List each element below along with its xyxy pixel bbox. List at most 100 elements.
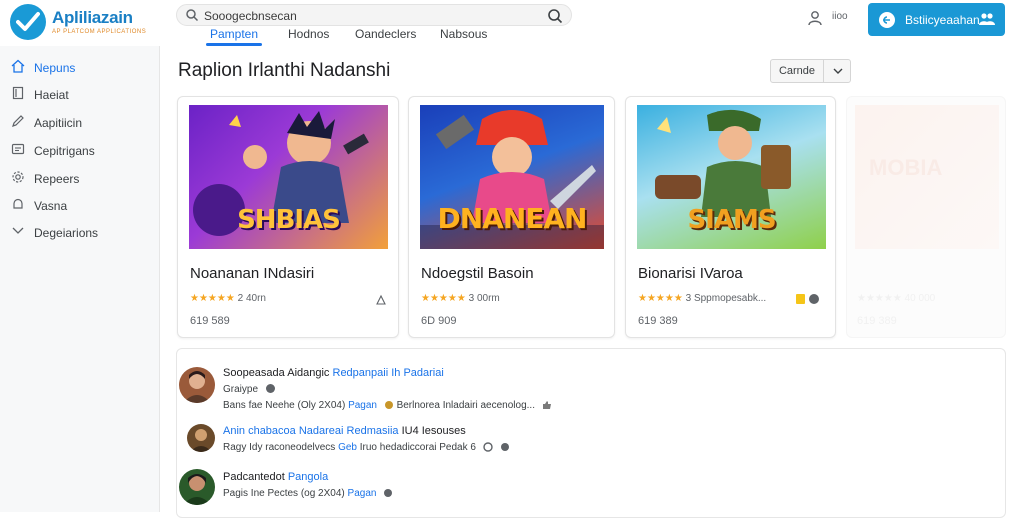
tab-oandeclers[interactable]: Oandeclers	[355, 27, 416, 46]
game-art-title: SIAMS	[687, 205, 776, 235]
sidebar-item-degeiarions[interactable]: Degeiarions	[0, 219, 160, 245]
game-price: 619 589	[190, 315, 230, 327]
logo-subtitle: AP PLATCOM APPLICATIONS	[52, 29, 147, 35]
bell-icon	[11, 197, 25, 216]
reviewer-link[interactable]: Redpanpaii Ih Padariai	[333, 367, 444, 379]
review-header: Soopeasada Aidangic Redpanpaii Ih Padari…	[223, 367, 444, 379]
review-detail: Bans fae Neehe (Oly 2X04) Pagan Berlnore…	[223, 400, 552, 411]
review-header: Anin chabacoa Nadareai Redmasiia IU4 Ies…	[223, 425, 466, 437]
game-name: Bionarisi IVaroa	[638, 265, 743, 282]
globe-icon-2	[500, 443, 509, 451]
chevron-down-icon	[833, 68, 843, 74]
share-icon[interactable]	[375, 293, 387, 311]
coin-icon	[384, 401, 393, 409]
header-small-label: iioo	[832, 11, 848, 22]
review-subline-text: Graiype	[223, 384, 259, 395]
game-meta-text: 3 Sppmopesabk...	[685, 293, 767, 304]
avatar[interactable]	[179, 367, 215, 403]
sidebar-item-label: Haeiat	[34, 88, 69, 102]
sidebar-item-label: Cepitrigans	[34, 144, 95, 158]
review-text: Berlnorea Inladairi aecenolog...	[396, 400, 535, 411]
app-logo[interactable]: Apliliazain AP PLATCOM APPLICATIONS	[10, 4, 160, 42]
card-icon	[11, 142, 25, 161]
star-rating: ★★★★★	[190, 293, 235, 304]
sidebar-item-cepitrigans[interactable]: Cepitrigans	[0, 137, 160, 163]
sidebar-item-haeiat[interactable]: Haeiat	[0, 81, 160, 107]
platform-badges	[796, 292, 822, 310]
reviewer-suffix: IU4 Iesouses	[401, 425, 466, 437]
reviewer-name: Soopeasada Aidangic	[223, 367, 330, 379]
game-card[interactable]: SIAMS Bionarisi IVaroa ★★★★★ 3 Sppmopesa…	[625, 96, 836, 338]
review-date: Pagis Ine Pectes (og 2X04)	[223, 488, 345, 499]
sort-button[interactable]: Carnde	[770, 59, 824, 83]
avatar[interactable]	[179, 469, 215, 505]
person-icon[interactable]	[807, 10, 823, 31]
tab-nabsous[interactable]: Nabsous	[440, 27, 487, 46]
sidebar-item-nepuns[interactable]: Nepuns	[0, 54, 160, 80]
game-art-title: DNANEAN	[437, 202, 587, 235]
sidebar-item-label: Nepuns	[34, 61, 76, 75]
review-item: Padcantedot Pangola Pagis Ine Pectes (og…	[177, 467, 1007, 511]
sidebar-item-label: Degeiarions	[34, 226, 99, 240]
game-price: 6D 909	[421, 315, 457, 327]
badge-icons	[796, 294, 819, 304]
game-price: 619 389	[857, 315, 897, 327]
game-card[interactable]: SHBIAS Noananan INdasiri ★★★★★ 2 40rn 61…	[177, 96, 399, 338]
circle-e-icon	[878, 11, 896, 34]
reviews-panel: Soopeasada Aidangic Redpanpaii Ih Padari…	[176, 348, 1006, 518]
game-name: Ndoegstil Basoin	[421, 265, 534, 282]
review-text: Iruo hedadiccorai Pedak 6	[359, 442, 476, 453]
game-price: 619 389	[638, 315, 678, 327]
sidebar-item-vasna[interactable]: Vasna	[0, 192, 160, 218]
sort-dropdown[interactable]	[823, 59, 851, 83]
sidebar-item-label: Vasna	[34, 199, 68, 213]
thumbs-up-icon	[542, 401, 551, 409]
signin-label: Bstiicyeaahan	[905, 13, 980, 27]
chevron-icon	[11, 224, 25, 243]
home-icon	[11, 59, 25, 78]
reviewer-link[interactable]: Pangola	[288, 471, 328, 483]
signin-button[interactable]: Bstiicyeaahan	[868, 3, 1005, 36]
game-meta: ★★★★★ 2 40rn	[190, 293, 266, 304]
review-item: Soopeasada Aidangic Redpanpaii Ih Padari…	[177, 363, 1007, 411]
star-rating: ★★★★★	[638, 293, 683, 304]
logo-text: Apliliazain	[52, 8, 133, 27]
sidebar: Nepuns Haeiat Aapitiicin Cepitrigans Rep…	[0, 46, 160, 512]
game-card[interactable]: DNANEAN Ndoegstil Basoin ★★★★★ 3 00rm 6D…	[408, 96, 615, 338]
page-title: Raplion Irlanthi Nadanshi	[178, 60, 391, 81]
reviewer-link[interactable]: Redmasiia	[347, 425, 399, 437]
sidebar-item-label: Aapitiicin	[34, 116, 83, 130]
sidebar-item-aapitiicin[interactable]: Aapitiicin	[0, 109, 160, 135]
logo-check-icon	[10, 4, 46, 40]
game-name: Noananan INdasiri	[190, 265, 315, 282]
globe-icon	[384, 489, 393, 497]
search-bar[interactable]: Sooogecbnsecan	[176, 4, 572, 26]
search-submit-icon[interactable]	[547, 8, 563, 29]
tab-hodnos[interactable]: Hodnos	[288, 27, 329, 46]
review-detail-link[interactable]: Pagan	[348, 488, 377, 499]
sidebar-item-label: Repeers	[34, 172, 80, 186]
review-subline: Ragy Idy raconeodelvecs Geb Iruo hedadic…	[223, 442, 510, 453]
game-meta: ★★★★★ 3 00rm	[421, 293, 500, 304]
game-meta-text: 2 40rn	[237, 293, 266, 304]
sidebar-item-repeers[interactable]: Repeers	[0, 165, 160, 191]
reviewer-name[interactable]: Anin chabacoa Nadareai	[223, 425, 343, 437]
game-art: DNANEAN	[420, 105, 604, 249]
document-icon	[11, 86, 25, 105]
tab-pampten[interactable]: Pampten	[205, 27, 263, 46]
game-art: SHBIAS	[189, 105, 388, 249]
reviewer-name: Padcantedot	[223, 471, 285, 483]
avatar[interactable]	[187, 424, 215, 452]
review-detail-link[interactable]: Geb	[338, 442, 357, 453]
star-rating: ★★★★★	[421, 293, 466, 304]
search-input[interactable]: Sooogecbnsecan	[204, 9, 297, 23]
game-card-faded[interactable]: MOBIA ★★★★★ 40 000 619 389	[846, 96, 1006, 338]
review-subline: Graiype	[223, 383, 276, 395]
top-header: Apliliazain AP PLATCOM APPLICATIONS Sooo…	[0, 0, 1024, 46]
review-detail-link[interactable]: Pagan	[348, 400, 377, 411]
globe-icon	[265, 384, 275, 393]
review-header: Padcantedot Pangola	[223, 471, 328, 483]
search-icon	[185, 8, 199, 27]
game-meta: ★★★★★ 40 000	[857, 293, 936, 304]
game-meta-text: 3 00rm	[468, 293, 500, 304]
